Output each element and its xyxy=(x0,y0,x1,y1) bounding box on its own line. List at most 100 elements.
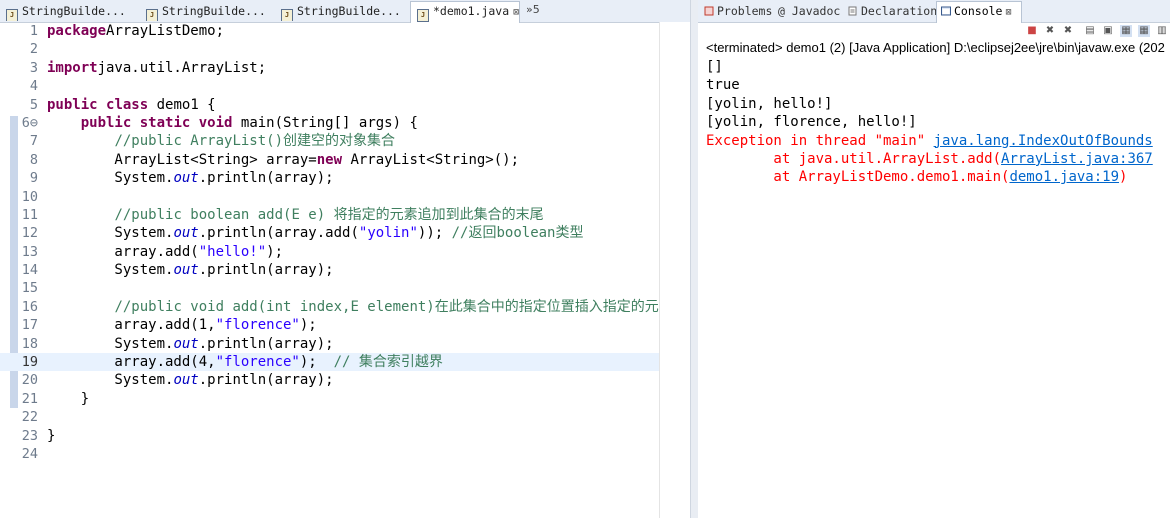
code-line[interactable]: 7 //public ArrayList()创建空的对象集合 xyxy=(0,132,660,150)
line-number: 11 xyxy=(21,206,38,223)
line-number: 14 xyxy=(21,262,38,279)
code-token: out xyxy=(173,225,199,242)
code-line[interactable]: 14 System.out.println(array); xyxy=(0,261,660,279)
code-text: System.out.println(array); xyxy=(47,261,333,279)
console-text: at ArrayListDemo.demo1.main( xyxy=(706,169,1010,186)
tab-stringbuilder-1[interactable]: J StringBuilde... xyxy=(0,2,138,21)
tab-stringbuilder-2[interactable]: J StringBuilde... xyxy=(140,2,272,21)
code-line[interactable]: 9 System.out.println(array); xyxy=(0,169,660,187)
code-line[interactable]: 19 array.add(4,"florence"); // 集合索引越界 xyxy=(0,353,660,372)
code-line[interactable]: 18 System.out.println(array); xyxy=(0,335,660,353)
console-output[interactable]: [] true [yolin, hello!] [yolin, florence, h… xyxy=(706,58,1153,187)
code-text: //public ArrayList()创建空的对象集合 xyxy=(47,132,395,150)
code-line[interactable]: 23} xyxy=(0,427,660,445)
code-line[interactable]: 8 ArrayList<String> array=new ArrayList<… xyxy=(0,151,660,169)
code-editor[interactable]: 1 packageArrayListDemo; 2 3 importjava.util.… xyxy=(0,22,673,463)
tab-demo1-java[interactable]: J *demo1.java ⊠ xyxy=(410,1,520,23)
code-line[interactable]: 10 xyxy=(0,188,660,206)
console-line: [] xyxy=(706,58,1153,76)
line-number: 23 xyxy=(21,427,38,444)
editor-tab-bar: J StringBuilde... J StringBuilde... J Strin… xyxy=(0,0,690,23)
close-console-icon[interactable]: ⊠ xyxy=(1005,7,1011,18)
editor-overview-ruler xyxy=(659,22,691,518)
tab-stringbuilder-3[interactable]: J StringBuilde... xyxy=(275,2,407,21)
show-on-error-icon[interactable]: ▦ xyxy=(1138,25,1150,37)
code-line[interactable]: 3 importjava.util.ArrayList; xyxy=(0,59,660,77)
code-token: out xyxy=(173,262,199,279)
code-token: array.add( xyxy=(47,243,199,260)
line-number: 2 xyxy=(29,41,38,58)
tab-declaration[interactable]: Declaration xyxy=(844,2,937,21)
code-token: ArrayListDemo; xyxy=(106,23,225,39)
tab-problems[interactable]: Problems xyxy=(700,2,772,21)
code-token: array.add(4, xyxy=(47,354,216,371)
pin-console-icon[interactable]: ▥ xyxy=(1156,25,1168,37)
code-token: } xyxy=(47,390,90,407)
code-line[interactable]: 15 xyxy=(0,279,660,297)
code-text: array.add("hello!"); xyxy=(47,243,283,261)
code-line[interactable]: 21 } xyxy=(0,390,660,408)
console-toolbar: ■ ✖ ✖ ▤ ▣ ▦ ▦ ▥ xyxy=(698,22,1170,40)
console-line: Exception in thread "main" java.lang.Ind… xyxy=(706,132,1153,150)
code-token: )); xyxy=(417,225,444,242)
line-number: 13 xyxy=(21,243,38,260)
show-on-output-icon[interactable]: ▦ xyxy=(1120,25,1132,37)
code-text: public static void main(String[] args) { xyxy=(47,114,418,132)
line-number: 24 xyxy=(21,445,38,462)
code-token: ArrayList<String> array= xyxy=(47,151,317,168)
stack-trace-link[interactable]: demo1.java:19 xyxy=(1009,169,1119,185)
terminate-icon[interactable]: ■ xyxy=(1026,25,1038,37)
code-token: array.add(1, xyxy=(47,317,216,334)
stack-trace-link[interactable]: java.lang.IndexOutOfBounds xyxy=(934,133,1153,149)
remove-all-terminated-icon[interactable]: ✖ xyxy=(1062,25,1074,37)
line-number: 3 xyxy=(29,59,38,76)
console-line: at java.util.ArrayList.add(ArrayList.jav… xyxy=(706,150,1153,168)
clear-console-icon[interactable]: ▤ xyxy=(1084,25,1096,37)
console-text: [yolin, florence, hello!] xyxy=(706,114,917,131)
tab-console[interactable]: Console ⊠ xyxy=(936,1,1022,23)
tab-javadoc[interactable]: @ Javadoc xyxy=(778,2,840,21)
line-number: 12 xyxy=(21,225,38,242)
code-token: public xyxy=(47,96,98,113)
code-line[interactable]: 16 //public void add(int index,E element… xyxy=(0,298,673,316)
code-text: System.out.println(array); xyxy=(47,371,333,389)
code-line[interactable]: 5 public class demo1 { xyxy=(0,96,660,114)
console-text: [] xyxy=(706,59,723,75)
code-token: System. xyxy=(47,225,174,242)
declaration-icon xyxy=(848,6,857,16)
scroll-lock-icon[interactable]: ▣ xyxy=(1102,25,1114,37)
tab-overflow-button[interactable]: »5 xyxy=(526,3,540,16)
code-token: "florence" xyxy=(215,317,300,334)
remove-launch-icon[interactable]: ✖ xyxy=(1044,25,1056,37)
code-token: ); xyxy=(299,317,317,334)
code-text: packageArrayListDemo; xyxy=(47,22,224,40)
code-line[interactable]: 2 xyxy=(0,40,660,58)
code-token: out xyxy=(173,372,199,389)
java-file-icon: J xyxy=(417,9,429,22)
code-token: .println(array); xyxy=(198,335,334,352)
code-line[interactable]: 13 array.add("hello!"); xyxy=(0,243,660,261)
code-line[interactable]: 22 xyxy=(0,408,660,426)
code-token: new xyxy=(316,151,343,168)
code-line[interactable]: 1 packageArrayListDemo; xyxy=(0,22,660,40)
stack-trace-link[interactable]: ArrayList.java:367 xyxy=(1001,151,1153,167)
code-line[interactable]: 17 array.add(1,"florence"); xyxy=(0,316,660,334)
line-number: 16 xyxy=(21,298,38,315)
code-line[interactable]: 4 xyxy=(0,77,660,95)
code-line[interactable]: 20 System.out.println(array); xyxy=(0,371,660,389)
code-token: static xyxy=(139,114,191,131)
code-line[interactable]: 12 System.out.println(array.add("yolin")… xyxy=(0,224,660,242)
code-line[interactable]: 6⊖ public static void main(String[] args… xyxy=(0,114,660,132)
code-text: //public boolean add(E e) 将指定的元素追加到此集合的末… xyxy=(47,206,543,224)
code-line[interactable]: 24 xyxy=(0,445,660,463)
code-token: System. xyxy=(47,372,174,389)
line-number: 7 xyxy=(29,133,38,150)
code-token: //public void add(int index,E element)在此… xyxy=(114,298,673,315)
console-status: <terminated> demo1 (2) [Java Application… xyxy=(706,40,1165,55)
code-line[interactable]: 11 //public boolean add(E e) 将指定的元素追加到此集… xyxy=(0,206,660,224)
console-text: ) xyxy=(1119,169,1128,186)
line-number: 6⊖ xyxy=(21,114,38,131)
close-tab-icon[interactable]: ⊠ xyxy=(513,3,519,22)
